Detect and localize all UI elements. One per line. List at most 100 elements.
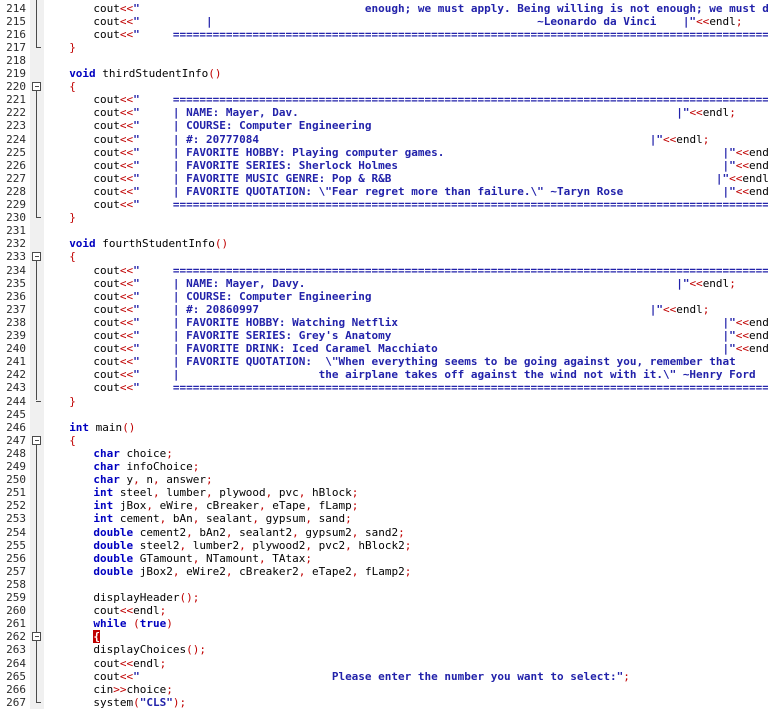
- code-line[interactable]: cout<<" | FAVORITE MUSIC GENRE: Pop & R&…: [93, 172, 768, 185]
- fold-collapse-icon[interactable]: [32, 435, 41, 445]
- code-token-punc: ;: [735, 14, 743, 28]
- code-token-ident: hBlock: [305, 486, 352, 500]
- code-token-ident: endl: [749, 315, 768, 329]
- code-line[interactable]: cout<<" ================================…: [93, 93, 768, 106]
- code-token-ident: cement: [113, 512, 160, 526]
- code-line[interactable]: cout<<" | NAME: Mayer, Dav. |"<<endl;: [93, 106, 735, 119]
- code-line[interactable]: char y, n, answer;: [93, 473, 212, 486]
- code-line[interactable]: {: [69, 80, 76, 93]
- code-line[interactable]: }: [69, 395, 76, 408]
- code-line[interactable]: cout<<" ================================…: [93, 264, 768, 277]
- code-token-ident: endl: [742, 171, 768, 185]
- code-token-ident: cout: [93, 93, 120, 107]
- code-line[interactable]: double steel2, lumber2, plywood2, pvc2, …: [93, 539, 411, 552]
- code-line[interactable]: cout<<" | #: 20860997 |"<<endl;: [93, 303, 709, 316]
- code-token-punc: <<: [119, 381, 134, 395]
- code-token-punc: <<: [119, 14, 134, 28]
- line-number: 231: [6, 224, 26, 238]
- code-token-ident: endl: [749, 329, 768, 342]
- line-number: 260: [6, 604, 26, 618]
- code-line[interactable]: void fourthStudentInfo(): [69, 237, 228, 250]
- code-token-ident: endl: [749, 184, 768, 198]
- code-token-ident: gypsum: [258, 512, 306, 526]
- code-line[interactable]: }: [69, 211, 76, 224]
- code-line[interactable]: cout<<" | COURSE: Computer Engineering |…: [93, 290, 768, 303]
- fold-collapse-icon[interactable]: [32, 632, 41, 642]
- code-token-punc: <<: [119, 315, 134, 329]
- code-line[interactable]: double GTamount, NTamount, TAtax;: [93, 552, 312, 565]
- code-line[interactable]: cout<<" | FAVORITE DRINK: Iced Caramel M…: [93, 342, 768, 355]
- code-token-ident: jBox: [113, 499, 147, 513]
- code-line[interactable]: cout<<" | ~Leonardo da Vinci |"<<endl;: [93, 15, 742, 28]
- code-line[interactable]: displayChoices();: [93, 643, 206, 656]
- code-line[interactable]: }: [69, 41, 76, 54]
- code-line[interactable]: {: [69, 434, 76, 447]
- line-number: 256: [6, 551, 26, 565]
- code-token-punc: <<: [119, 604, 134, 618]
- code-line[interactable]: cout<<endl;: [93, 657, 166, 670]
- code-token-punc: ,: [252, 512, 259, 526]
- code-line[interactable]: cout<<" | FAVORITE SERIES: Grey's Anatom…: [93, 329, 768, 342]
- code-line[interactable]: double jBox2, eWire2, cBreaker2, eTape2,…: [93, 565, 411, 578]
- code-line[interactable]: int jBox, eWire, cBreaker, eTape, fLamp;: [93, 499, 358, 512]
- code-line[interactable]: cout<<" | the airplane takes off against…: [93, 368, 768, 381]
- code-text-area[interactable]: cout<<" enough; we must apply. Being wil…: [45, 0, 768, 709]
- line-number: 251: [6, 486, 26, 500]
- code-line[interactable]: int cement, bAn, sealant, gypsum, sand;: [93, 512, 351, 525]
- line-number: 223: [6, 119, 26, 133]
- code-folding-margin[interactable]: [30, 0, 44, 709]
- code-token-punc: ,: [133, 473, 140, 487]
- code-token-punc: ,: [206, 486, 213, 500]
- code-line[interactable]: double cement2, bAn2, sealant2, gypsum2,…: [93, 526, 404, 539]
- code-token-punc: ;: [179, 695, 187, 709]
- code-token-str: " | FAVORITE QUOTATION: \"Fear regret mo…: [133, 184, 736, 198]
- code-line[interactable]: displayHeader();: [93, 591, 199, 604]
- code-editor[interactable]: 214 215 216 217 218 219 220 221 222 223 224 225 226 2…: [0, 0, 768, 709]
- code-token-ident: displayChoices: [93, 643, 187, 657]
- code-line[interactable]: cout<<" | NAME: Mayer, Davy. |"<<endl;: [93, 277, 735, 290]
- code-token-str: " ======================================…: [133, 263, 768, 277]
- code-line[interactable]: cout<<" ================================…: [93, 198, 768, 211]
- code-line[interactable]: cout<<" ================================…: [93, 28, 768, 41]
- code-line[interactable]: system("CLS");: [93, 696, 186, 709]
- fold-collapse-icon[interactable]: [32, 82, 41, 92]
- code-token-punc: ,: [186, 525, 193, 539]
- code-line[interactable]: cout<<" | FAVORITE QUOTATION: \"When eve…: [93, 355, 768, 368]
- code-token-ident: endl: [676, 302, 703, 316]
- code-token-str: " ======================================…: [133, 93, 768, 107]
- code-token-punc: ,: [153, 473, 160, 487]
- code-line[interactable]: cin>>choice;: [93, 683, 173, 696]
- code-line[interactable]: cout<<" enough; we must apply. Being wil…: [93, 2, 768, 15]
- line-number: 233: [6, 250, 26, 264]
- code-token-ident: cBreaker2: [232, 564, 299, 578]
- fold-collapse-icon[interactable]: [32, 252, 41, 262]
- code-line[interactable]: char infoChoice;: [93, 460, 199, 473]
- code-line[interactable]: cout<<" | FAVORITE HOBBY: Watching Netfl…: [93, 316, 768, 329]
- code-token-ident: hBlock2: [351, 538, 405, 552]
- code-line[interactable]: cout<<" | COURSE: Computer Engineering |…: [93, 119, 768, 132]
- code-line[interactable]: while (true): [93, 617, 173, 630]
- code-token-ident: cout: [93, 656, 120, 670]
- code-token-ident: cement2: [133, 525, 187, 539]
- code-line[interactable]: cout<<" | FAVORITE QUOTATION: \"Fear reg…: [93, 185, 768, 198]
- code-token-punc: ,: [172, 564, 180, 578]
- code-line[interactable]: {: [93, 630, 101, 644]
- code-line[interactable]: cout<<" | FAVORITE HOBBY: Playing comput…: [93, 146, 768, 159]
- code-line[interactable]: cout<<" ================================…: [93, 381, 768, 394]
- code-line[interactable]: void thirdStudentInfo(): [69, 67, 221, 80]
- code-line[interactable]: cout<<" Please enter the number you want…: [93, 670, 629, 683]
- code-token-ident: steel: [113, 486, 154, 500]
- line-number: 239: [6, 329, 26, 342]
- code-token-punc: <<: [119, 656, 134, 670]
- code-token-str: " | ~Leonardo da Vinci |": [133, 14, 697, 28]
- code-line[interactable]: cout<<" | #: 20777084 |"<<endl;: [93, 133, 709, 146]
- code-token-punc: <<: [119, 198, 134, 211]
- code-line[interactable]: cout<<endl;: [93, 604, 166, 617]
- code-line[interactable]: char choice;: [93, 447, 172, 460]
- code-token-punc: ,: [305, 499, 312, 513]
- code-line[interactable]: {: [69, 250, 76, 263]
- code-line[interactable]: int main(): [69, 421, 135, 434]
- code-line[interactable]: int steel, lumber, plywood, pvc, hBlock;: [93, 486, 358, 499]
- line-number: 215: [6, 14, 26, 28]
- code-line[interactable]: cout<<" | FAVORITE SERIES: Sherlock Holm…: [93, 159, 768, 172]
